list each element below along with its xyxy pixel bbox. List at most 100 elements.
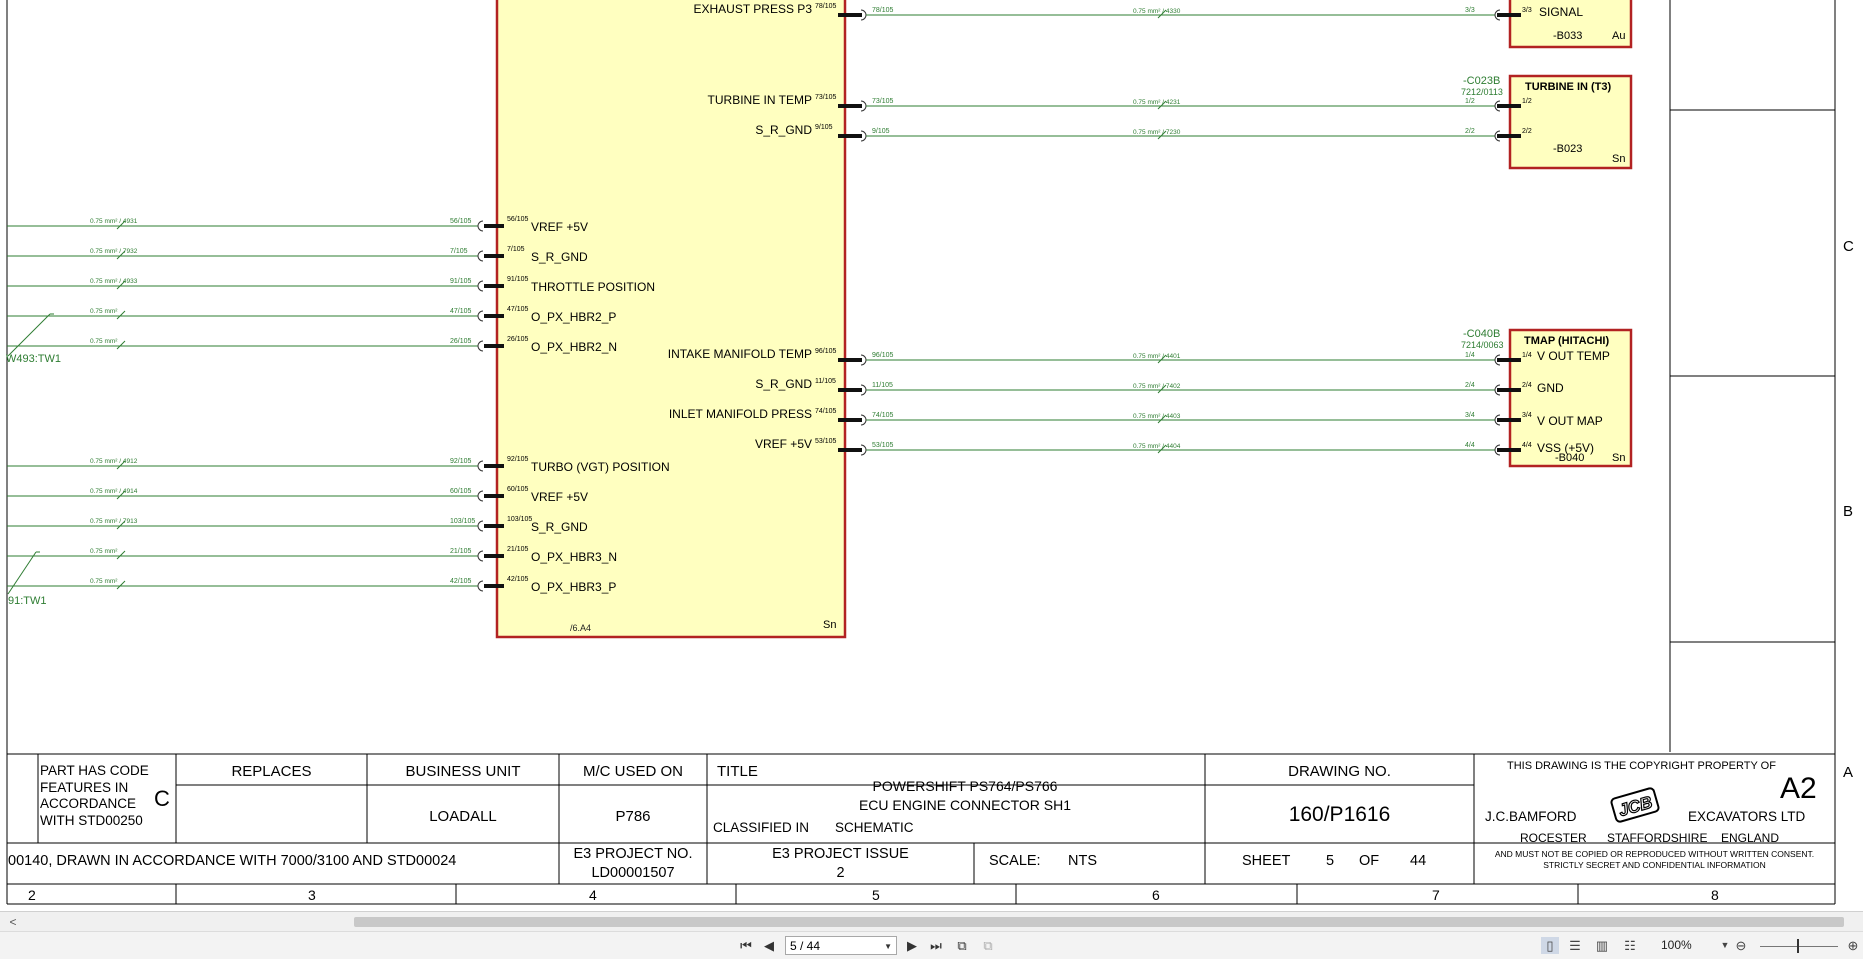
wire-spec: 0.75 mm² / 4933 (90, 278, 138, 285)
next-page-icon[interactable]: ▶ (902, 937, 922, 955)
ecu-pin-label: INTAKE MANIFOLD TEMP (668, 347, 812, 361)
wire-hash (116, 340, 126, 350)
ecu-pin-number: 60/105 (507, 486, 529, 493)
b023-title: TURBINE IN (T3) (1525, 81, 1612, 93)
b023-ref: -B023 (1553, 143, 1583, 155)
ecu-pin-number: 91/105 (507, 276, 529, 283)
wire-number: 47/105 (450, 308, 472, 315)
destination-pin: 3/3 (1465, 7, 1475, 14)
single-page-view-icon[interactable]: ▯ (1541, 937, 1559, 954)
column-number: 8 (1711, 887, 1719, 903)
ecu-pin-number: 9/105 (815, 124, 833, 131)
wire-number: 7/105 (450, 248, 468, 255)
sensor-pin-number: 2/4 (1522, 382, 1532, 389)
ecu-pin-number: 103/105 (507, 516, 532, 523)
first-page-icon[interactable]: ⏮ (736, 937, 756, 955)
destination-pin: 1/2 (1465, 98, 1475, 105)
wire-spec: 0.75 mm² / 4914 (90, 488, 138, 495)
sensor-pin-number: 3/3 (1522, 7, 1532, 14)
wire-number: 73/105 (872, 98, 894, 105)
wire-number: 21/105 (450, 548, 472, 555)
drawing-canvas: EXHAUST PRESS P3 78/105 78/105 0.75 mm² / 4… (0, 0, 1863, 910)
scale-value: NTS (1068, 853, 1097, 869)
business-unit-value: LOADALL (429, 808, 497, 825)
ecu-pin-label: O_PX_HBR2_N (531, 340, 617, 354)
e3-issue-label: E3 PROJECT ISSUE (772, 846, 909, 862)
b040-ref: -B040 (1555, 452, 1585, 464)
wire-number: 26/105 (450, 338, 472, 345)
ecu-pin-number: 92/105 (507, 456, 529, 463)
wire-number: 9/105 (872, 128, 890, 135)
wire-number: 53/105 (872, 442, 894, 449)
pin-socket (477, 340, 484, 352)
e3-project-no-value: LD00001507 (591, 865, 675, 881)
wire-spec: 0.75 mm² / 7932 (90, 248, 138, 255)
page-layout-icon[interactable]: ⧉ (952, 937, 972, 955)
ecu-pin-label: S_R_GND (531, 520, 588, 534)
last-page-icon[interactable]: ⏭ (926, 937, 946, 955)
wire-spec: 0.75 mm² / 4404 (1133, 443, 1181, 450)
scroll-left-arrow-icon[interactable]: < (6, 914, 20, 930)
ecu-pin-label: O_PX_HBR2_P (531, 310, 616, 324)
of-label: OF (1359, 853, 1380, 869)
twisted-pair-mark (7, 313, 51, 357)
ecu-pin-number: 7/105 (507, 246, 525, 253)
copy-notice: AND MUST NOT BE COPIED OR REPRODUCED WIT… (1494, 849, 1815, 859)
previous-page-icon[interactable]: ◀ (759, 937, 779, 955)
drawing-no-value: 160/P1616 (1288, 803, 1391, 826)
wire-number: 103/105 (450, 518, 475, 525)
e3-issue-value: 2 (836, 865, 845, 881)
continuous-two-page-icon[interactable]: ☷ (1621, 937, 1639, 954)
ecu-pin-number: 47/105 (507, 306, 529, 313)
ecu-pin-label: THROTTLE POSITION (531, 280, 655, 294)
zoom-level: 100% (1661, 938, 1692, 952)
b023-finish: Sn (1612, 153, 1626, 165)
ecu-pin-number: 56/105 (507, 216, 529, 223)
copyright-line: THIS DRAWING IS THE COPYRIGHT PROPERTY O… (1507, 760, 1776, 772)
zoom-in-icon[interactable]: ⊕ (1844, 937, 1862, 954)
b033-finish: Au (1612, 30, 1626, 42)
ecu-pin-number: 74/105 (815, 408, 837, 415)
wire-spec: 0.75 mm² (90, 308, 118, 315)
sensor-pin-number: 1/4 (1522, 352, 1532, 359)
b040-title: TMAP (HITACHI) (1524, 335, 1610, 347)
two-page-view-icon[interactable]: ▥ (1593, 937, 1611, 954)
confidential-notice: STRICTLY SECRET AND CONFIDENTIAL INFORMA… (1543, 860, 1766, 870)
twisted-pair-mark (7, 551, 37, 595)
wire-spec: 0.75 mm² / 4401 (1133, 353, 1181, 360)
wire-number: 42/105 (450, 578, 472, 585)
scrollbar-thumb[interactable] (354, 917, 1844, 927)
zone-letter-c: C (1843, 238, 1854, 255)
wire-spec: 0.75 mm² / 7402 (1133, 383, 1181, 390)
b040-pin-label: V OUT TEMP (1537, 349, 1610, 363)
b040-partno: 7214/0063 (1461, 340, 1504, 350)
b040-pin-label: GND (1537, 381, 1564, 395)
ecu-pin-label: O_PX_HBR3_N (531, 550, 617, 564)
copy-page-icon[interactable]: ⧉ (978, 937, 998, 955)
ecu-pin-label: O_PX_HBR3_P (531, 580, 616, 594)
zoom-slider[interactable] (1760, 946, 1838, 947)
pin-socket (477, 220, 484, 232)
e3-project-no-label: E3 PROJECT NO. (573, 846, 693, 862)
zoom-slider-knob[interactable] (1797, 939, 1799, 953)
wire-number: 56/105 (450, 218, 472, 225)
sensor-pin-number: 2/2 (1522, 128, 1532, 135)
horizontal-scrollbar[interactable]: < (0, 911, 1863, 932)
zone-letter-a: A (1843, 764, 1854, 781)
ecu-pin-number: 78/105 (815, 3, 837, 10)
zoom-out-icon[interactable]: ⊖ (1732, 937, 1750, 954)
classified-in-label: CLASSIFIED IN (713, 820, 810, 835)
drawing-no-header: DRAWING NO. (1288, 763, 1391, 780)
pin-socket (477, 310, 484, 322)
chevron-down-icon[interactable]: ▼ (884, 937, 892, 956)
page-number-field[interactable]: 5 / 44 ▼ (785, 936, 897, 955)
sensor-pin-number: 3/4 (1522, 412, 1532, 419)
wire-number: 60/105 (450, 488, 472, 495)
address-country: ENGLAND (1721, 831, 1780, 845)
continuous-view-icon[interactable]: ☰ (1566, 937, 1584, 954)
title-line1: POWERSHIFT PS764/PS766 (872, 778, 1058, 794)
destination-pin: 2/4 (1465, 382, 1475, 389)
column-number: 6 (1152, 887, 1160, 903)
ecu-pin-label: VREF +5V (531, 490, 588, 504)
wire-spec: 0.75 mm² / 4231 (1133, 99, 1181, 106)
